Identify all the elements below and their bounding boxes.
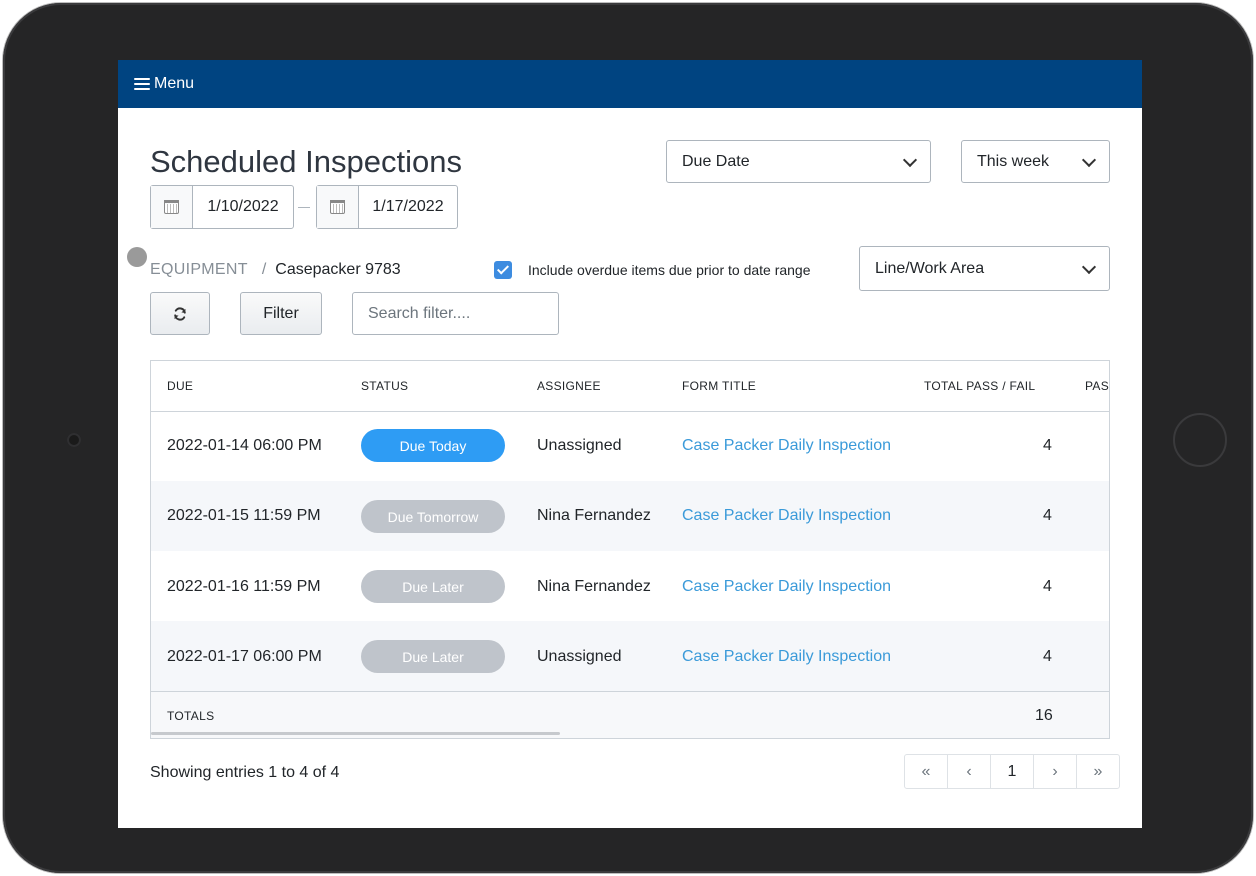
- home-button: [1173, 413, 1227, 467]
- start-date-value[interactable]: 1/10/2022: [193, 186, 293, 228]
- date-range-select-value: This week: [977, 152, 1050, 170]
- status-badge: Due Tomorrow: [361, 500, 505, 533]
- totals-label: TOTALS: [167, 709, 215, 723]
- due-cell: 2022-01-16 11:59 PM: [167, 578, 321, 595]
- app-screen: Menu Scheduled Inspections Due Date This…: [118, 60, 1142, 828]
- assignee-cell: Nina Fernandez: [537, 507, 651, 524]
- due-cell: 2022-01-15 11:59 PM: [167, 507, 321, 524]
- line-work-area-select[interactable]: Line/Work Area: [859, 246, 1110, 291]
- end-date-picker[interactable]: 1/17/2022: [316, 185, 458, 229]
- date-field-select-value: Due Date: [682, 152, 750, 170]
- end-date-value[interactable]: 1/17/2022: [359, 186, 457, 228]
- date-field-select[interactable]: Due Date: [666, 140, 931, 183]
- table-row[interactable]: 2022-01-15 11:59 PM Due Tomorrow Nina Fe…: [151, 481, 1109, 551]
- date-range-dash: [298, 207, 310, 208]
- calendar-icon: [164, 200, 179, 214]
- include-overdue-label: Include overdue items due prior to date …: [528, 262, 811, 278]
- include-overdue-toggle[interactable]: Include overdue items due prior to date …: [494, 261, 811, 279]
- status-badge: Due Later: [361, 640, 505, 673]
- end-date-calendar-button[interactable]: [317, 186, 359, 228]
- refresh-button[interactable]: [150, 292, 210, 335]
- breadcrumb-current: Casepacker 9783: [275, 261, 401, 278]
- column-header-due[interactable]: DUE: [167, 379, 193, 393]
- assignee-cell: Unassigned: [537, 648, 622, 665]
- filter-button[interactable]: Filter: [240, 292, 322, 335]
- column-header-total-pass-fail[interactable]: TOTAL PASS / FAIL: [924, 379, 1035, 393]
- start-date-calendar-button[interactable]: [151, 186, 193, 228]
- horizontal-scrollbar[interactable]: [151, 732, 560, 735]
- touch-cursor-indicator: [127, 247, 147, 267]
- page-number-button[interactable]: 1: [991, 755, 1034, 788]
- date-range-select[interactable]: This week: [961, 140, 1110, 183]
- breadcrumb: EQUIPMENT / Casepacker 9783: [150, 261, 401, 279]
- menu-label: Menu: [154, 75, 195, 92]
- chevron-down-icon: [1081, 152, 1097, 167]
- calendar-icon: [330, 200, 345, 214]
- form-title-link[interactable]: Case Packer Daily Inspection: [682, 578, 891, 596]
- chevron-down-icon: [1081, 259, 1097, 274]
- form-title-link[interactable]: Case Packer Daily Inspection: [682, 437, 891, 455]
- breadcrumb-root[interactable]: EQUIPMENT: [150, 261, 248, 279]
- first-page-button[interactable]: «: [905, 755, 948, 788]
- total-pass-fail-cell: 4: [1043, 507, 1052, 524]
- form-title-link[interactable]: Case Packer Daily Inspection: [682, 507, 891, 525]
- refresh-icon: [174, 306, 186, 321]
- status-badge: Due Today: [361, 429, 505, 462]
- column-header-pass-truncated[interactable]: PAS: [1085, 379, 1109, 393]
- camera-icon: [67, 433, 81, 447]
- start-date-picker[interactable]: 1/10/2022: [150, 185, 294, 229]
- page-title: Scheduled Inspections: [150, 144, 462, 179]
- chevron-down-icon: [902, 152, 918, 167]
- total-pass-fail-cell: 4: [1043, 578, 1052, 595]
- table-header: DUE STATUS ASSIGNEE FORM TITLE TOTAL PAS…: [151, 361, 1109, 412]
- search-filter-input[interactable]: [352, 292, 559, 335]
- status-badge: Due Later: [361, 570, 505, 603]
- due-cell: 2022-01-14 06:00 PM: [167, 437, 322, 454]
- menu-button[interactable]: Menu: [134, 75, 194, 93]
- hamburger-icon: [134, 78, 150, 90]
- column-header-status[interactable]: STATUS: [361, 379, 408, 393]
- next-page-button[interactable]: ›: [1034, 755, 1077, 788]
- assignee-cell: Unassigned: [537, 437, 622, 454]
- totals-value: 16: [1035, 707, 1053, 724]
- assignee-cell: Nina Fernandez: [537, 578, 651, 595]
- top-navbar: Menu: [118, 60, 1142, 108]
- form-title-link[interactable]: Case Packer Daily Inspection: [682, 648, 891, 666]
- table-row[interactable]: 2022-01-16 11:59 PM Due Later Nina Ferna…: [151, 551, 1109, 621]
- entries-summary: Showing entries 1 to 4 of 4: [150, 764, 340, 781]
- pagination: « ‹ 1 › »: [904, 754, 1120, 789]
- column-header-assignee[interactable]: ASSIGNEE: [537, 379, 601, 393]
- previous-page-button[interactable]: ‹: [948, 755, 991, 788]
- line-work-area-select-value: Line/Work Area: [875, 259, 985, 277]
- table-row[interactable]: 2022-01-14 06:00 PM Due Today Unassigned…: [151, 411, 1109, 481]
- table-row[interactable]: 2022-01-17 06:00 PM Due Later Unassigned…: [151, 621, 1109, 691]
- tablet-frame: Menu Scheduled Inspections Due Date This…: [3, 3, 1253, 873]
- breadcrumb-separator: /: [261, 261, 267, 278]
- total-pass-fail-cell: 4: [1043, 648, 1052, 665]
- due-cell: 2022-01-17 06:00 PM: [167, 648, 322, 665]
- column-header-form-title[interactable]: FORM TITLE: [682, 379, 756, 393]
- last-page-button[interactable]: »: [1077, 755, 1119, 788]
- include-overdue-checkbox[interactable]: [494, 261, 512, 279]
- inspections-table: DUE STATUS ASSIGNEE FORM TITLE TOTAL PAS…: [150, 360, 1110, 739]
- total-pass-fail-cell: 4: [1043, 437, 1052, 454]
